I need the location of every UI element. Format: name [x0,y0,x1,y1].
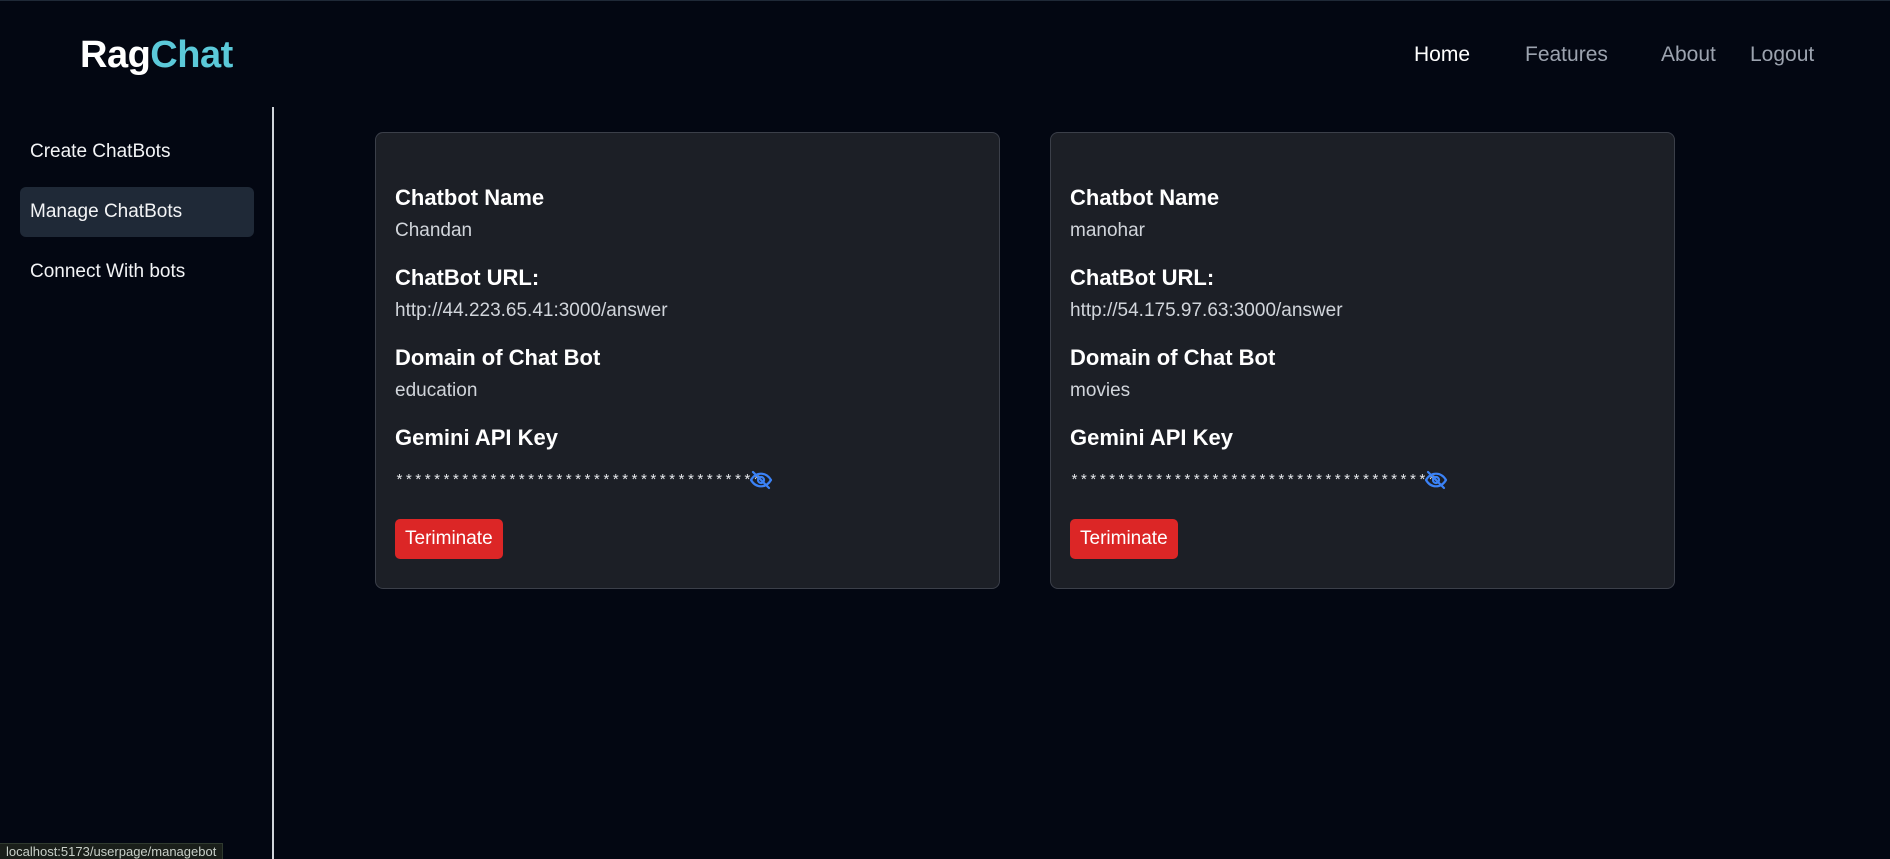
api-key-label: Gemini API Key [1070,425,1234,450]
chatbot-url-label: ChatBot URL: [1070,265,1215,290]
nav-features-link[interactable]: Features [1525,43,1608,67]
chatbot-card: Chatbot Name manohar ChatBot URL: http:/… [1050,132,1675,589]
chatbot-domain-label: Domain of Chat Bot [395,345,601,370]
logo-part-chat: Chat [150,34,233,76]
logo-part-rag: Rag [80,34,151,76]
logo[interactable]: RagChat [80,34,233,77]
chatbot-name-value: manohar [1070,220,1145,241]
terminate-button[interactable]: Teriminate [1070,519,1178,559]
header: RagChat Home Features About Logout [0,1,1890,107]
sidebar-item-connect-with-bots[interactable]: Connect With bots [20,247,254,297]
api-key-label: Gemini API Key [395,425,559,450]
nav-about-link[interactable]: About [1661,43,1716,67]
chatbot-name-label: Chatbot Name [395,185,545,210]
chatbot-domain-value: movies [1070,380,1131,401]
chatbot-domain-value: education [395,380,478,401]
chatbot-name-label: Chatbot Name [1070,185,1220,210]
chatbot-name-value: Chandan [395,220,473,241]
sidebar-item-manage-chatbots[interactable]: Manage ChatBots [20,187,254,237]
chatbot-url-label: ChatBot URL: [395,265,540,290]
chatbot-url-value: http://44.223.65.41:3000/answer [395,300,668,321]
chatbot-card: Chatbot Name Chandan ChatBot URL: http:/… [375,132,1000,589]
eye-off-icon[interactable] [749,468,773,492]
terminate-button[interactable]: Teriminate [395,519,503,559]
api-key-masked-value: *************************************** [395,473,762,490]
api-key-masked-value: *************************************** [1070,473,1437,490]
sidebar-item-create-chatbots[interactable]: Create ChatBots [20,127,254,177]
nav-logout-link[interactable]: Logout [1750,43,1814,67]
status-bar-url: localhost:5173/userpage/managebot [0,843,224,859]
nav-home-link[interactable]: Home [1414,43,1470,67]
page: RagChat Home Features About Logout Creat… [0,0,1890,859]
chatbot-url-value: http://54.175.97.63:3000/answer [1070,300,1343,321]
sidebar: Create ChatBots Manage ChatBots Connect … [0,107,274,859]
chatbot-domain-label: Domain of Chat Bot [1070,345,1276,370]
eye-off-icon[interactable] [1424,468,1448,492]
